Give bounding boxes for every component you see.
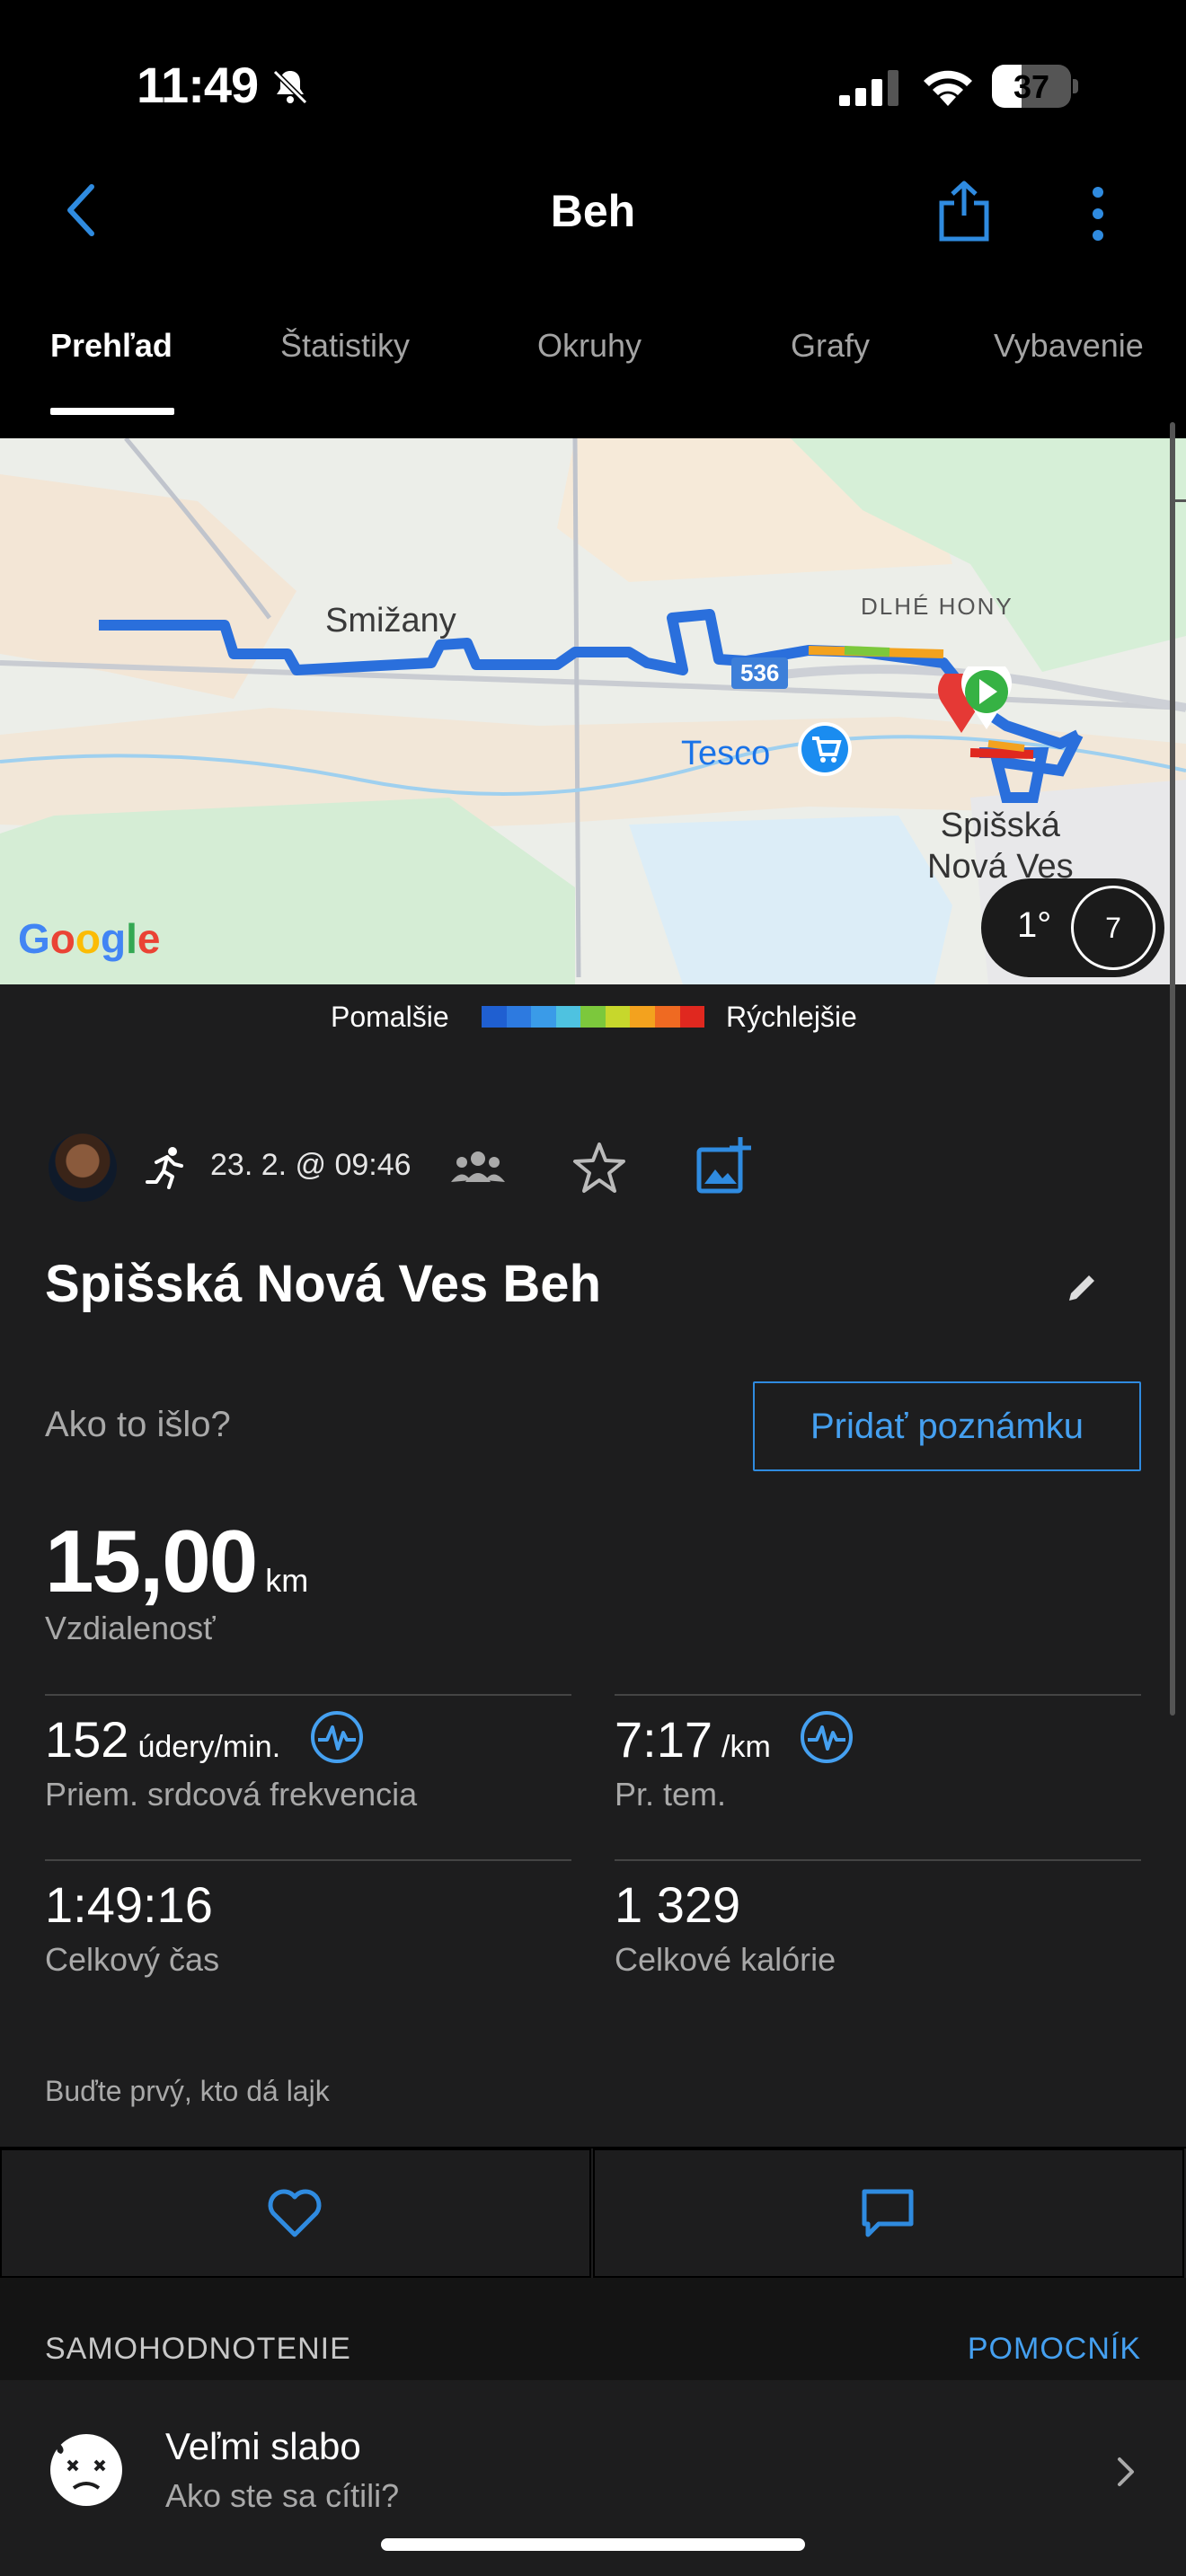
avg-pace-stat[interactable]: 7:17/km Pr. tem. xyxy=(615,1710,854,1813)
chevron-right-icon xyxy=(1118,2457,1134,2486)
social-actions xyxy=(0,2147,1186,2278)
divider xyxy=(615,1859,1141,1861)
signal-icon xyxy=(839,70,898,106)
how-did-it-go-label: Ako to išlo? xyxy=(45,1405,231,1444)
legend-swatch xyxy=(531,1006,556,1028)
status-bar: 11:49 37 xyxy=(0,0,1186,171)
shopping-cart-icon xyxy=(798,722,852,776)
legend-swatch xyxy=(555,1006,581,1028)
self-evaluation-title: SAMOHODNOTENIE xyxy=(45,2332,351,2366)
group-icon[interactable] xyxy=(449,1146,507,1187)
tab-laps[interactable]: Okruhy xyxy=(537,327,642,365)
legend-color-bar xyxy=(482,1006,705,1028)
share-icon[interactable] xyxy=(936,180,992,243)
battery-indicator: 37 xyxy=(992,65,1078,108)
divider xyxy=(45,1694,571,1696)
scroll-indicator xyxy=(1170,422,1175,1716)
activity-summary: 23. 2. @ 09:46 Spišská Nová Ves Beh Ako … xyxy=(0,1110,1186,2147)
feeling-value: Veľmi slabo xyxy=(165,2425,361,2467)
helper-link[interactable]: POMOCNÍK xyxy=(968,2332,1141,2367)
route-map[interactable]: Smižany DLHÉ HONY Tesco Spišská Nová Ves… xyxy=(0,438,1186,984)
home-indicator xyxy=(381,2538,805,2551)
legend-swatch xyxy=(506,1006,532,1028)
feeling-question: Ako ste sa cítili? xyxy=(165,2477,400,2514)
weather-badge: 1° 7 xyxy=(981,878,1164,977)
add-photo-icon[interactable] xyxy=(695,1135,753,1195)
pace-legend: Pomalšie Rýchlejšie xyxy=(0,984,1186,1110)
road-number-badge: 536 xyxy=(731,657,789,689)
like-prompt: Buďte prvý, kto dá lajk xyxy=(45,2075,330,2107)
wifi-icon xyxy=(924,70,972,106)
legend-swatch xyxy=(679,1006,705,1028)
map-label-city: Spišská Nová Ves xyxy=(927,807,1074,886)
total-calories-stat: 1 329 Celkové kalórie xyxy=(615,1876,836,1978)
legend-swatch xyxy=(630,1006,655,1028)
avatar[interactable] xyxy=(49,1134,117,1202)
page-title: Beh xyxy=(550,186,636,236)
start-marker-icon xyxy=(961,666,1012,729)
wind-speed: 7 xyxy=(1105,912,1121,944)
tab-statistics[interactable]: Štatistiky xyxy=(280,327,410,365)
comment-icon xyxy=(862,2189,914,2237)
google-logo: Google xyxy=(18,915,161,962)
tab-bar: Prehľad Štatistiky Okruhy Grafy Vybaveni… xyxy=(0,314,1186,415)
star-icon[interactable] xyxy=(571,1141,627,1195)
distance-label: Vzdialenosť xyxy=(45,1610,216,1646)
divider xyxy=(615,1694,1141,1696)
activity-date: 23. 2. @ 09:46 xyxy=(210,1148,412,1182)
self-evaluation-header: SAMOHODNOTENIE POMOCNÍK xyxy=(0,2278,1186,2380)
sad-face-icon xyxy=(50,2434,122,2506)
more-options-icon[interactable] xyxy=(1087,185,1109,243)
temperature: 1° xyxy=(1017,905,1052,945)
wind-dial-icon: 7 xyxy=(1071,886,1155,970)
running-icon xyxy=(146,1147,183,1189)
tab-overview[interactable]: Prehľad xyxy=(50,327,173,365)
battery-percent: 37 xyxy=(1013,68,1050,105)
heart-rate-icon xyxy=(310,1711,363,1764)
legend-swatch xyxy=(580,1006,606,1028)
divider xyxy=(45,1859,571,1861)
add-note-button[interactable]: Pridať poznámku xyxy=(753,1381,1141,1471)
heart-icon xyxy=(268,2189,322,2237)
activity-title: Spišská Nová Ves Beh xyxy=(45,1255,601,1313)
tab-charts[interactable]: Grafy xyxy=(791,327,870,365)
legend-swatch xyxy=(482,1006,507,1028)
edit-pencil-icon[interactable] xyxy=(1064,1270,1100,1306)
like-button[interactable] xyxy=(0,2148,591,2278)
active-tab-indicator xyxy=(50,408,174,415)
legend-faster: Rýchlejšie xyxy=(726,1001,857,1033)
map-label-tesco: Tesco xyxy=(681,735,771,772)
avg-heart-rate-stat[interactable]: 152 údery/min. Priem. srdcová frekvencia xyxy=(45,1710,417,1813)
legend-swatch xyxy=(605,1006,631,1028)
tab-gear[interactable]: Vybavenie xyxy=(994,327,1144,365)
status-time: 11:49 xyxy=(137,57,259,113)
comment-button[interactable] xyxy=(593,2148,1184,2278)
legend-swatch xyxy=(654,1006,680,1028)
map-label-smizany: Smižany xyxy=(325,602,456,640)
pace-icon xyxy=(801,1711,854,1764)
total-time-stat: 1:49:16 Celkový čas xyxy=(45,1876,220,1978)
map-label-dlhe-hony: DLHÉ HONY xyxy=(861,593,1013,620)
legend-slower: Pomalšie xyxy=(331,1001,449,1033)
silent-bell-icon xyxy=(272,69,308,105)
distance-value: 15,00 km xyxy=(45,1512,309,1610)
